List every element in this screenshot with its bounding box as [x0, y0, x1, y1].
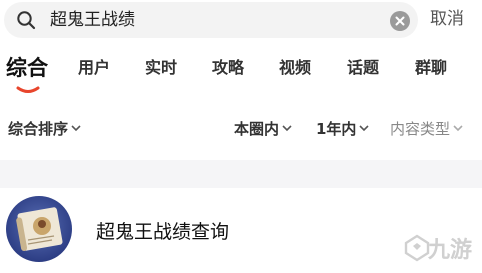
chevron-down-icon: [71, 125, 81, 132]
sort-dropdown[interactable]: 综合排序: [8, 120, 81, 138]
scroll-icon: [16, 207, 63, 252]
chevron-down-icon: [282, 125, 292, 132]
time-dropdown[interactable]: 1年内: [316, 120, 370, 138]
watermark-text: 九游: [428, 238, 473, 263]
content-type-label: 内容类型: [390, 120, 451, 138]
result-title: 超鬼王战绩查询: [96, 221, 230, 243]
tab-comprehensive[interactable]: 综合: [6, 55, 48, 81]
watermark-logo: 九游: [404, 226, 480, 270]
search-input[interactable]: 超鬼王战绩: [4, 2, 418, 38]
scope-label: 本圈内: [234, 120, 280, 138]
clear-icon[interactable]: [390, 11, 410, 31]
tab-group-chat[interactable]: 群聊: [415, 58, 447, 78]
chevron-down-icon: [359, 125, 370, 132]
nine-game-logo-icon: [404, 234, 430, 262]
sort-label: 综合排序: [8, 120, 69, 138]
time-label: 1年内: [316, 120, 357, 138]
cancel-button[interactable]: 取消: [430, 8, 464, 30]
active-tab-indicator: [16, 86, 40, 93]
filter-bar: 综合排序 本圈内 1年内 内容类型: [0, 112, 482, 148]
tab-topics[interactable]: 话题: [347, 58, 379, 78]
search-bar: 超鬼王战绩 取消: [0, 0, 482, 44]
tab-users[interactable]: 用户: [78, 58, 110, 78]
tab-guides[interactable]: 攻略: [212, 58, 244, 78]
section-divider: [0, 160, 482, 188]
search-query: 超鬼王战绩: [50, 10, 135, 30]
tab-bar: 综合 用户 实时 攻略 视频 话题 群聊: [0, 52, 482, 98]
tab-realtime[interactable]: 实时: [145, 58, 177, 78]
result-thumbnail: [6, 196, 72, 262]
search-icon: [17, 11, 36, 30]
chevron-down-icon: [453, 125, 463, 132]
tab-videos[interactable]: 视频: [279, 58, 311, 78]
content-type-dropdown[interactable]: 内容类型: [390, 120, 463, 138]
scope-dropdown[interactable]: 本圈内: [234, 120, 292, 138]
